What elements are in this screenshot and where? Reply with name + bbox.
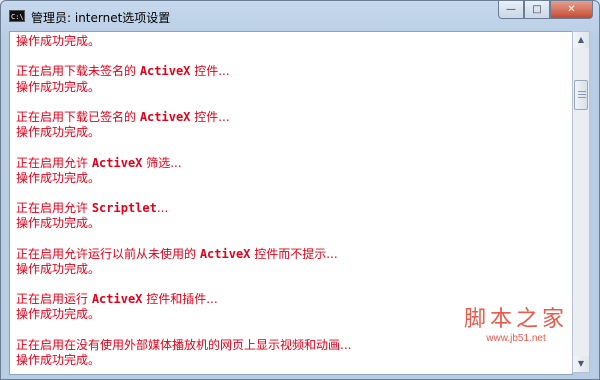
console-text-segment: 操作成功完成。	[16, 352, 101, 367]
watermark-logo-text: 脚本之家	[463, 307, 568, 332]
close-icon: ✕	[567, 4, 576, 15]
console-text-segment: 筛选...	[142, 155, 182, 170]
console-text-segment: 正在启用允许运行以前从未使用的	[16, 246, 200, 261]
console-text-segment: ActiveX	[139, 64, 191, 79]
console-text-segment: 控件而不提示...	[250, 246, 338, 261]
arrow-down-icon: ▼	[577, 359, 585, 368]
console-line: 正在启用下载已签名的 ActiveX 控件...	[16, 110, 572, 125]
console-text-segment: 正在启用下载已签名的	[16, 109, 140, 124]
console-text-segment: Scriptlet	[91, 201, 157, 216]
console-line: 操作成功完成。	[16, 262, 572, 277]
console-line: 正在启用运行 ActiveX 控件和插件...	[16, 292, 572, 307]
console-text-segment: 操作成功完成。	[16, 170, 101, 185]
console-text-segment: 操作成功完成。	[16, 125, 101, 140]
console-text-segment: 正在启用允许	[16, 201, 92, 216]
console-line: 操作成功完成。	[16, 125, 572, 140]
console-text-segment: ActiveX	[91, 292, 143, 307]
console-text-segment: ...	[156, 201, 169, 216]
window-controls: — □ ✕	[498, 1, 593, 21]
minimize-icon: —	[506, 4, 516, 15]
console-text-segment: ActiveX	[199, 246, 251, 261]
site-watermark: 脚本之家 www.jb51.net	[461, 307, 571, 345]
console-text-segment: 正在启用下载未签名的	[16, 64, 140, 79]
console-text-segment: 操作成功完成。	[16, 79, 101, 94]
console-text-segment: 控件...	[190, 64, 230, 79]
maximize-button[interactable]: □	[524, 1, 550, 19]
console-icon[interactable]: C:\	[9, 10, 25, 22]
console-text-segment: 正在启用在没有使用外部媒体播放机的网页上显示视频和动画...	[16, 337, 352, 352]
console-line: 操作成功完成。	[16, 353, 572, 368]
console-line: 操作成功完成。	[16, 34, 572, 49]
watermark-url: www.jb51.net	[486, 333, 546, 344]
console-text-segment: 正在启用允许	[16, 155, 92, 170]
window-title: 管理员: internet选项设置	[31, 11, 171, 25]
maximize-icon: □	[532, 4, 542, 15]
scroll-down-button[interactable]: ▼	[573, 356, 589, 372]
grip-line	[578, 97, 586, 98]
console-line: 正在启用允许 Scriptlet...	[16, 201, 572, 216]
scroll-up-button[interactable]: ▲	[573, 32, 589, 48]
console-text-segment: 控件和插件...	[142, 292, 218, 307]
grip-line	[578, 94, 586, 95]
console-text-segment: 控件...	[190, 109, 230, 124]
console-text-segment: ActiveX	[91, 155, 143, 170]
console-text-segment: 正在启用运行	[16, 292, 92, 307]
console-text-segment: ActiveX	[139, 109, 191, 124]
console-line: 正在启用允许运行以前从未使用的 ActiveX 控件而不提示...	[16, 247, 572, 262]
console-window: C:\ 管理员: internet选项设置 — □ ✕ 操作成功完成。 正在启用下…	[0, 0, 600, 380]
arrow-up-icon: ▲	[577, 35, 585, 44]
minimize-button[interactable]: —	[498, 1, 524, 19]
console-line: 操作成功完成。	[16, 216, 572, 231]
console-line: 操作成功完成。	[16, 171, 572, 186]
console-text-segment: 操作成功完成。	[16, 34, 101, 48]
close-button[interactable]: ✕	[550, 1, 593, 19]
console-text-segment: 操作成功完成。	[16, 261, 101, 276]
console-line: 正在启用允许 ActiveX 筛选...	[16, 156, 572, 171]
console-line: 正在启用下载未签名的 ActiveX 控件...	[16, 64, 572, 79]
title-bar[interactable]: C:\ 管理员: internet选项设置 — □ ✕	[1, 1, 599, 31]
console-text-segment: 操作成功完成。	[16, 216, 101, 231]
console-line: 操作成功完成。	[16, 80, 572, 95]
scroll-thumb[interactable]	[574, 80, 588, 110]
vertical-scrollbar[interactable]: ▲ ▼	[572, 31, 590, 373]
console-text-segment: 操作成功完成。	[16, 307, 101, 322]
grip-line	[578, 91, 586, 92]
